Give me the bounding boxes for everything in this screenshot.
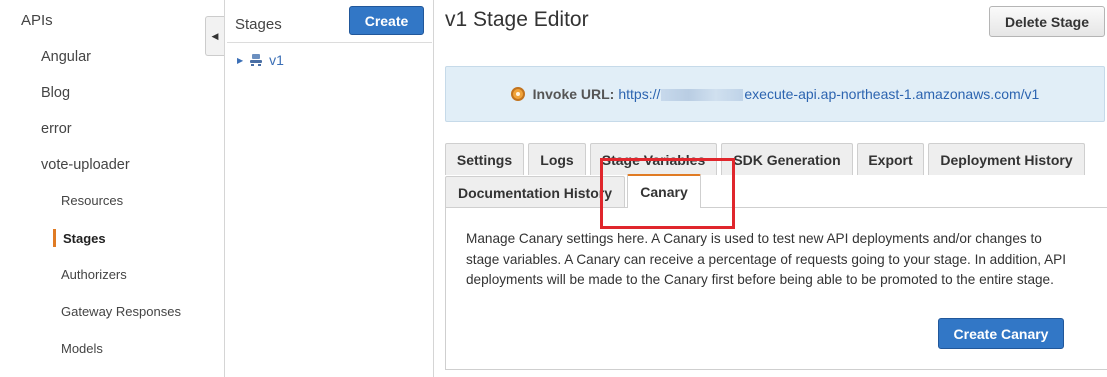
nav-stages[interactable]: Stages — [63, 231, 106, 246]
tab-documentation-history[interactable]: Documentation History — [445, 176, 625, 208]
redacted-block — [661, 89, 744, 102]
invoke-url-link[interactable]: https:// execute-api.ap-northeast-1.amazo… — [618, 86, 1039, 102]
nav-resources[interactable]: Resources — [61, 193, 123, 208]
delete-stage-button[interactable]: Delete Stage — [989, 6, 1105, 37]
nav-api-blog[interactable]: Blog — [41, 85, 70, 101]
create-canary-button[interactable]: Create Canary — [938, 318, 1064, 349]
left-nav: APIs Angular Blog error vote-uploader Re… — [0, 0, 203, 377]
nav-api-error[interactable]: error — [41, 121, 72, 137]
tab-export[interactable]: Export — [857, 143, 924, 175]
tab-settings[interactable]: Settings — [445, 143, 524, 175]
invoke-url-banner: Invoke URL: https:// execute-api.ap-north… — [445, 66, 1105, 122]
expand-caret-icon[interactable]: ▶ — [237, 56, 243, 65]
active-indicator — [53, 229, 56, 247]
stage-tree-item[interactable]: ▶ v1 — [237, 52, 284, 68]
nav-apis-root[interactable]: APIs — [21, 12, 53, 29]
nav-api-vote-uploader[interactable]: vote-uploader — [41, 157, 130, 173]
nav-models[interactable]: Models — [61, 341, 103, 356]
tab-stage-variables[interactable]: Stage Variables — [590, 143, 717, 175]
collapse-nav-button[interactable]: ◀ — [205, 16, 224, 56]
page-title: v1 Stage Editor — [445, 8, 589, 31]
nav-api-angular[interactable]: Angular — [41, 49, 91, 65]
divider — [224, 0, 225, 377]
caret-left-icon: ◀ — [211, 30, 219, 41]
stage-icon — [250, 54, 263, 66]
nav-authorizers[interactable]: Authorizers — [61, 267, 127, 282]
invoke-url-prefix[interactable]: https:// — [618, 86, 660, 102]
endpoint-icon — [510, 87, 525, 101]
stages-title: Stages — [235, 16, 282, 33]
stage-name[interactable]: v1 — [269, 52, 284, 68]
tab-sdk-generation[interactable]: SDK Generation — [721, 143, 853, 175]
tab-deployment-history[interactable]: Deployment History — [928, 143, 1085, 175]
tab-logs[interactable]: Logs — [528, 143, 586, 175]
nav-gateway-responses[interactable]: Gateway Responses — [61, 304, 181, 319]
invoke-url-label: Invoke URL: — [532, 86, 615, 102]
divider — [433, 0, 434, 377]
divider — [227, 42, 432, 43]
tab-canary[interactable]: Canary — [627, 174, 701, 208]
canary-description: Manage Canary settings here. A Canary is… — [466, 231, 1067, 287]
create-stage-button[interactable]: Create — [349, 6, 424, 35]
invoke-url-suffix[interactable]: execute-api.ap-northeast-1.amazonaws.com… — [744, 86, 1039, 102]
